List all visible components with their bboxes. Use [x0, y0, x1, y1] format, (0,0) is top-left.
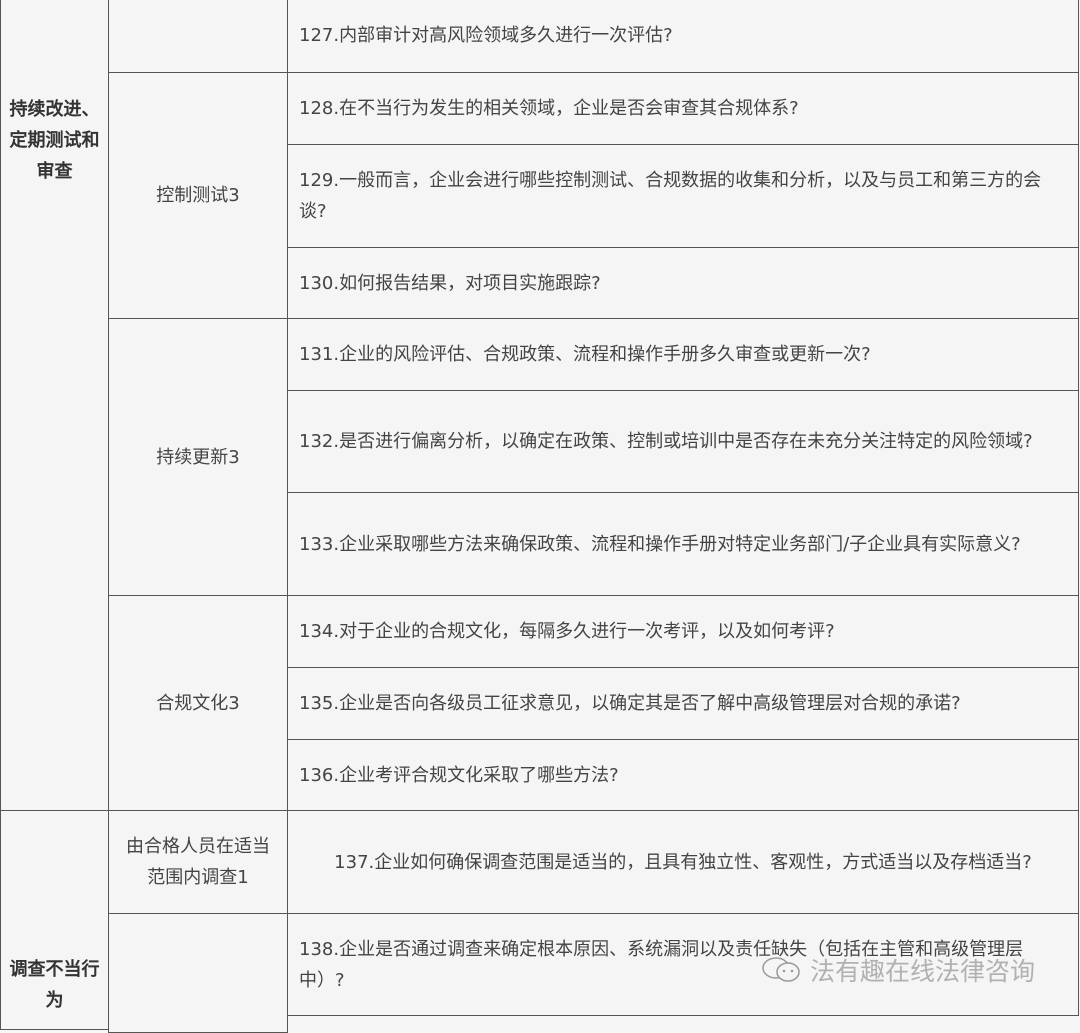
question-text: 136.企业考评合规文化采取了哪些方法?	[299, 760, 619, 791]
subcategory-label: 由合格人员在适当范围内调查1	[123, 831, 273, 893]
question-text: 128.在不当行为发生的相关领域，企业是否会审查其合规体系?	[299, 93, 799, 124]
question-text: 135.企业是否向各级员工征求意见，以确定其是否了解中高级管理层对合规的承诺?	[299, 688, 961, 719]
question-cell: 130.如何报告结果，对项目实施跟踪?	[287, 247, 1079, 319]
subcategory-label: 合规文化3	[156, 688, 239, 719]
subcategory-cell: 合规文化3	[108, 595, 288, 811]
question-cell: 132.是否进行偏离分析，以确定在政策、控制或培训中是否存在未充分关注特定的风险…	[287, 390, 1079, 493]
question-text: 137.企业如何确保调查范围是适当的，且具有独立性、客观性，方式适当以及存档适当…	[334, 847, 1032, 878]
category-label: 持续改进、定期测试和审查	[9, 94, 100, 187]
question-cell: 135.企业是否向各级员工征求意见，以确定其是否了解中高级管理层对合规的承诺?	[287, 667, 1079, 740]
category-cell: 调查不当行为	[0, 810, 109, 1030]
subcategory-label: 持续更新3	[156, 442, 239, 473]
question-cell: 131.企业的风险评估、合规政策、流程和操作手册多久审查或更新一次?	[287, 318, 1079, 391]
subcategory-cell-empty	[108, 0, 288, 73]
question-text: 134.对于企业的合规文化，每隔多久进行一次考评，以及如何考评?	[299, 616, 835, 647]
question-cell: 128.在不当行为发生的相关领域，企业是否会审查其合规体系?	[287, 72, 1079, 145]
question-text: 127.内部审计对高风险领域多久进行一次评估?	[299, 20, 673, 51]
wechat-icon	[760, 955, 804, 985]
question-cell: 133.企业采取哪些方法来确保政策、流程和操作手册对特定业务部门/子企业具有实际…	[287, 492, 1079, 596]
question-cell: 137.企业如何确保调查范围是适当的，且具有独立性、客观性，方式适当以及存档适当…	[287, 810, 1079, 914]
category-label: 调查不当行为	[9, 954, 100, 1016]
question-text: 132.是否进行偏离分析，以确定在政策、控制或培训中是否存在未充分关注特定的风险…	[299, 426, 1033, 457]
subcategory-cell: 由合格人员在适当范围内调查1	[108, 810, 288, 914]
question-text: 129.一般而言，企业会进行哪些控制测试、合规数据的收集和分析，以及与员工和第三…	[299, 165, 1068, 227]
watermark: 法有趣在线法律咨询	[760, 952, 1035, 988]
subcategory-cell: 控制测试3	[108, 72, 288, 319]
category-cell: 持续改进、定期测试和审查	[0, 0, 109, 811]
question-cell: 136.企业考评合规文化采取了哪些方法?	[287, 739, 1079, 811]
question-text: 131.企业的风险评估、合规政策、流程和操作手册多久审查或更新一次?	[299, 339, 871, 370]
question-text: 133.企业采取哪些方法来确保政策、流程和操作手册对特定业务部门/子企业具有实际…	[299, 529, 1021, 560]
question-cell: 129.一般而言，企业会进行哪些控制测试、合规数据的收集和分析，以及与员工和第三…	[287, 144, 1079, 248]
subcategory-cell-empty	[108, 913, 288, 1033]
watermark-text: 法有趣在线法律咨询	[810, 952, 1035, 988]
subcategory-label: 控制测试3	[156, 180, 239, 211]
question-text: 130.如何报告结果，对项目实施跟踪?	[299, 268, 601, 299]
question-cell: 134.对于企业的合规文化，每隔多久进行一次考评，以及如何考评?	[287, 595, 1079, 668]
question-cell: 127.内部审计对高风险领域多久进行一次评估?	[287, 0, 1079, 73]
subcategory-cell: 持续更新3	[108, 318, 288, 596]
